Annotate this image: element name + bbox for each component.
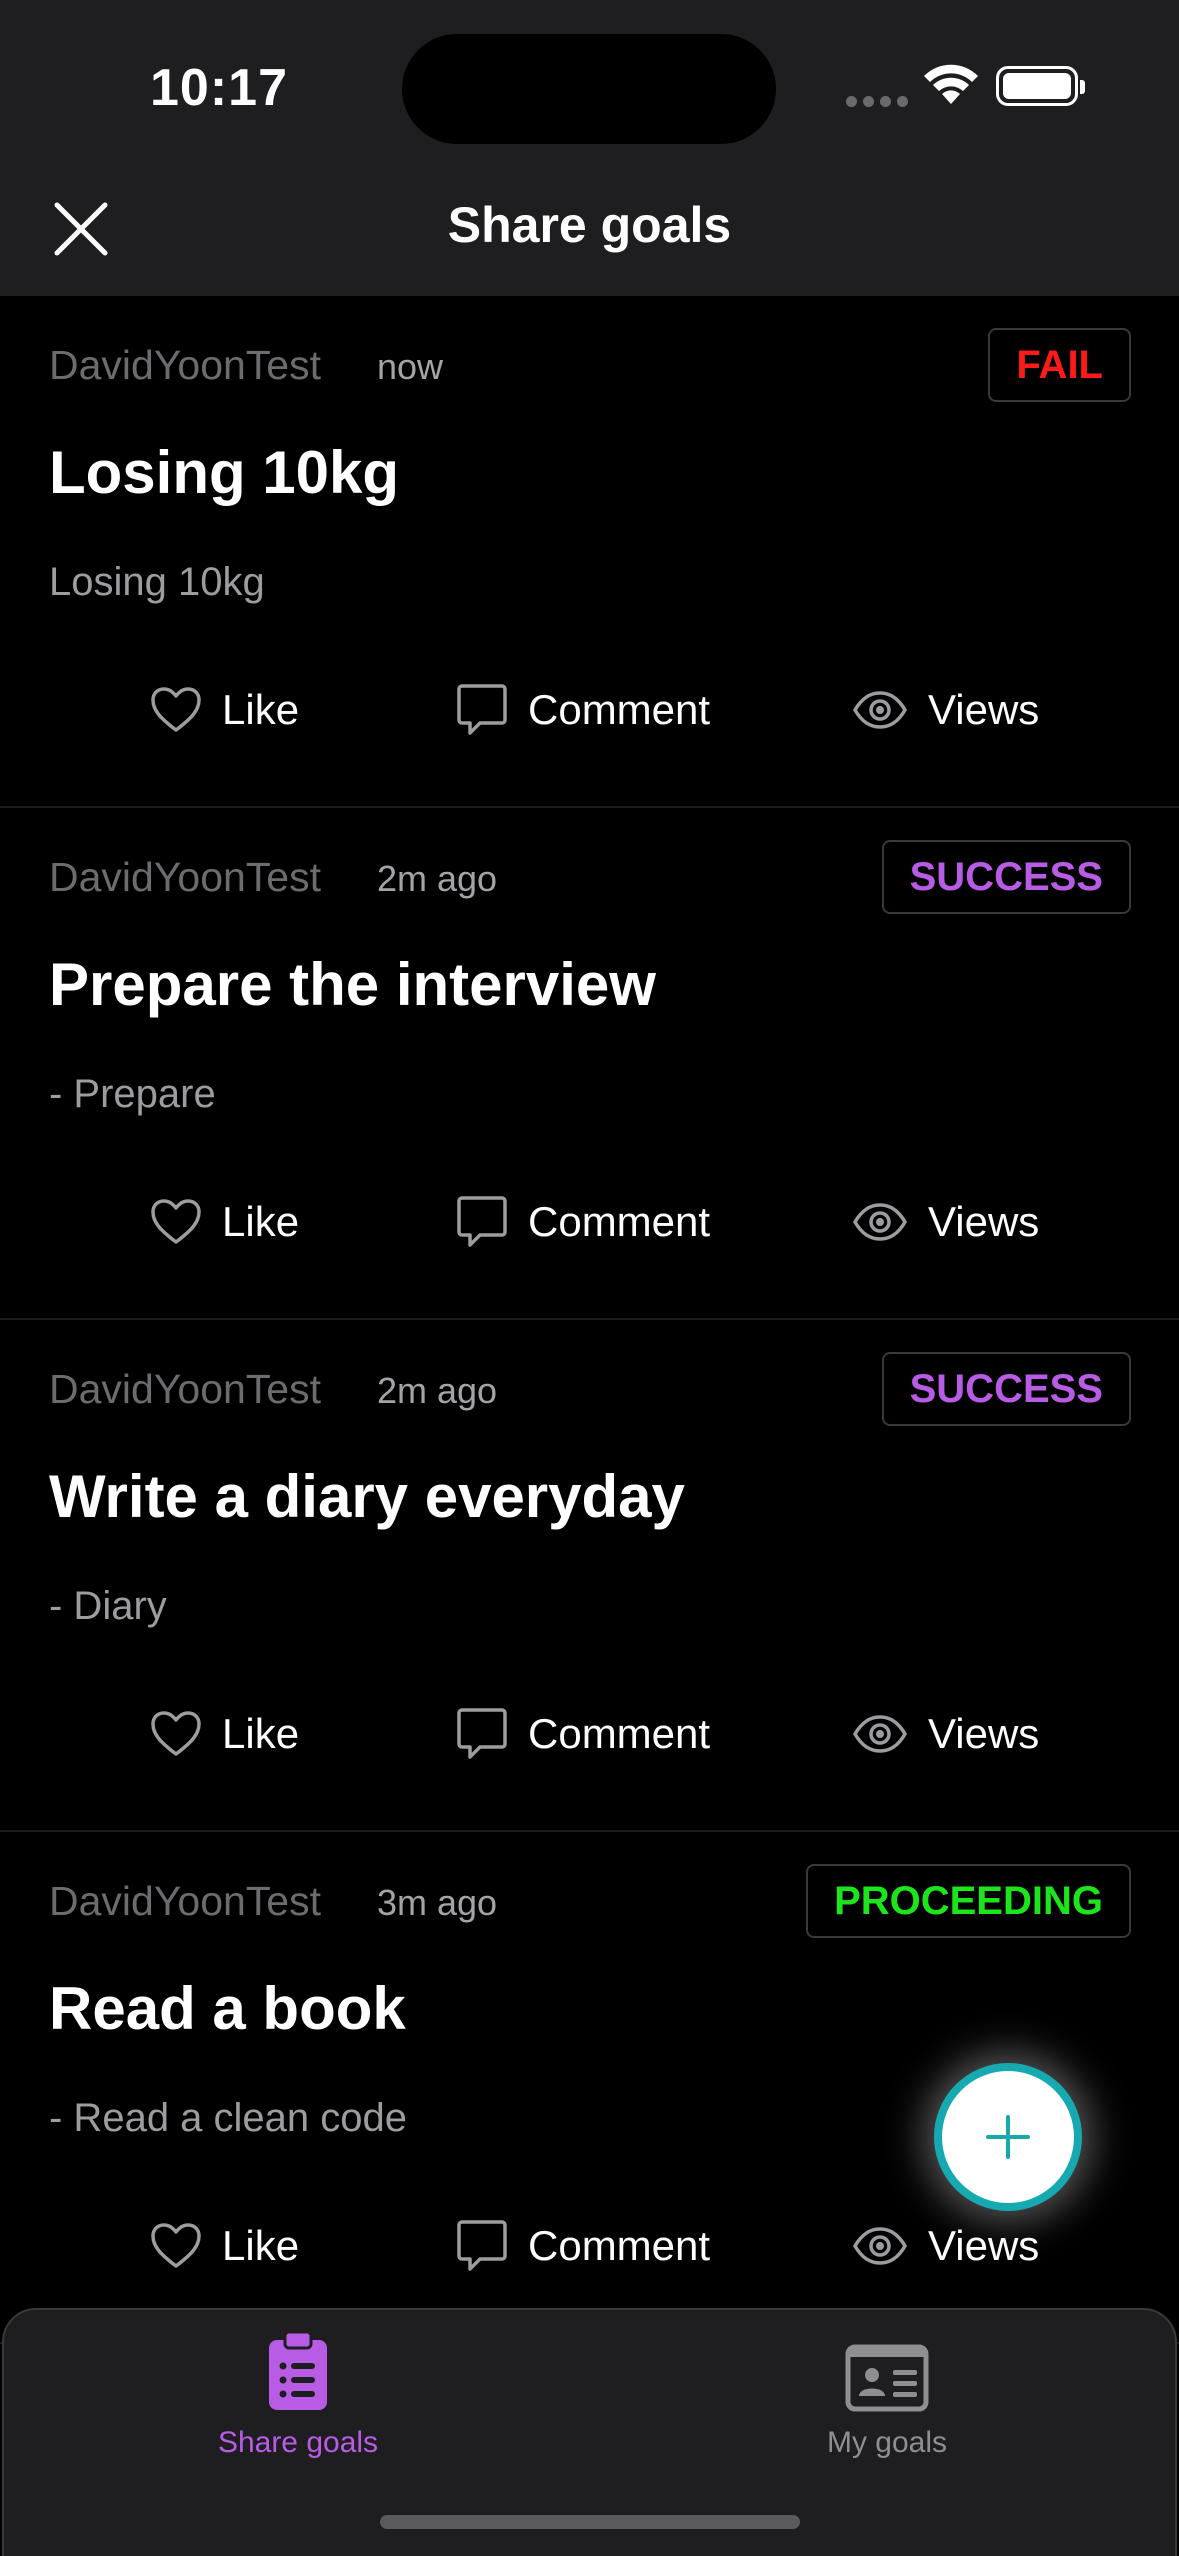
tab-my-goals[interactable]: My goals xyxy=(737,2330,1037,2460)
comment-button[interactable]: Comment xyxy=(456,2206,710,2286)
goal-title: Prepare the interview xyxy=(49,951,656,1018)
heart-icon xyxy=(151,1711,201,1756)
goal-description: - Prepare xyxy=(49,1072,216,1116)
goal-description: Losing 10kg xyxy=(49,560,265,604)
post-time: now xyxy=(377,346,444,387)
plus-icon xyxy=(986,2115,1030,2159)
comment-icon xyxy=(457,684,507,735)
status-badge: SUCCESS xyxy=(881,1352,1131,1426)
like-label: Like xyxy=(222,2222,300,2269)
heart-icon xyxy=(151,1199,201,1244)
top-bar: 10:17 Share goals xyxy=(0,0,1179,296)
comment-button[interactable]: Comment xyxy=(456,1694,710,1774)
status-badge: SUCCESS xyxy=(881,840,1131,914)
heart-icon xyxy=(151,2223,201,2268)
eye-icon xyxy=(852,1203,908,1241)
comment-icon xyxy=(457,1196,507,1247)
action-row: Like Comment Views xyxy=(0,1694,1179,1774)
tab-share-goals[interactable]: Share goals xyxy=(148,2330,448,2460)
views-button[interactable]: Views xyxy=(852,1182,1039,1262)
views-button[interactable]: Views xyxy=(852,2206,1039,2286)
views-button[interactable]: Views xyxy=(852,670,1039,750)
comment-label: Comment xyxy=(528,686,711,733)
like-button[interactable]: Like xyxy=(150,1694,299,1774)
goal-description: - Diary xyxy=(49,1584,167,1628)
action-row: Like Comment Views xyxy=(0,2206,1179,2286)
views-button[interactable]: Views xyxy=(852,1694,1039,1774)
goal-card[interactable]: DavidYoonTest now FAIL Losing 10kg Losin… xyxy=(0,296,1179,808)
comment-button[interactable]: Comment xyxy=(456,670,710,750)
id-card-icon xyxy=(845,2344,929,2412)
goal-description: - Read a clean code xyxy=(49,2096,408,2140)
home-indicator xyxy=(380,2515,800,2529)
like-button[interactable]: Like xyxy=(150,2206,299,2286)
page-title: Share goals xyxy=(447,197,732,253)
action-row: Like Comment Views xyxy=(0,670,1179,750)
status-badge: FAIL xyxy=(988,328,1131,402)
signal-icon xyxy=(846,96,908,107)
like-button[interactable]: Like xyxy=(150,1182,299,1262)
views-label: Views xyxy=(928,1710,1040,1757)
post-time: 3m ago xyxy=(377,1882,498,1923)
goal-title: Losing 10kg xyxy=(49,439,400,506)
status-badge: PROCEEDING xyxy=(806,1864,1131,1938)
eye-icon xyxy=(852,691,908,729)
comment-label: Comment xyxy=(528,1710,711,1757)
eye-icon xyxy=(852,2227,908,2265)
goal-title: Read a book xyxy=(49,1975,406,2042)
views-label: Views xyxy=(928,2222,1040,2269)
eye-icon xyxy=(852,1715,908,1753)
goal-title: Write a diary everyday xyxy=(49,1463,685,1530)
author-name: DavidYoonTest xyxy=(49,342,322,388)
like-button[interactable]: Like xyxy=(150,670,299,750)
views-label: Views xyxy=(928,1198,1040,1245)
comment-button[interactable]: Comment xyxy=(456,1182,710,1262)
heart-icon xyxy=(151,687,201,732)
comment-label: Comment xyxy=(528,2222,711,2269)
comment-label: Comment xyxy=(528,1198,711,1245)
author-name: DavidYoonTest xyxy=(49,1366,322,1412)
goal-feed: DavidYoonTest now FAIL Losing 10kg Losin… xyxy=(0,296,1179,2344)
tab-label: Share goals xyxy=(217,2426,379,2459)
add-goal-button[interactable] xyxy=(934,2063,1082,2211)
author-name: DavidYoonTest xyxy=(49,854,322,900)
comment-icon xyxy=(457,1708,507,1759)
goal-card[interactable]: DavidYoonTest 2m ago SUCCESS Write a dia… xyxy=(0,1320,1179,1832)
wifi-icon xyxy=(924,64,978,104)
status-time: 10:17 xyxy=(150,59,288,117)
like-label: Like xyxy=(222,1198,300,1245)
comment-icon xyxy=(457,2220,507,2271)
action-row: Like Comment Views xyxy=(0,1182,1179,1262)
dynamic-island xyxy=(402,34,776,144)
author-name: DavidYoonTest xyxy=(49,1878,322,1924)
clipboard-list-icon xyxy=(269,2330,327,2410)
post-time: 2m ago xyxy=(377,858,498,899)
goal-card[interactable]: DavidYoonTest 2m ago SUCCESS Prepare the… xyxy=(0,808,1179,1320)
views-label: Views xyxy=(928,686,1040,733)
post-time: 2m ago xyxy=(377,1370,498,1411)
tab-label: My goals xyxy=(826,2426,948,2459)
like-label: Like xyxy=(222,1710,300,1757)
battery-icon xyxy=(996,66,1085,106)
like-label: Like xyxy=(222,686,300,733)
